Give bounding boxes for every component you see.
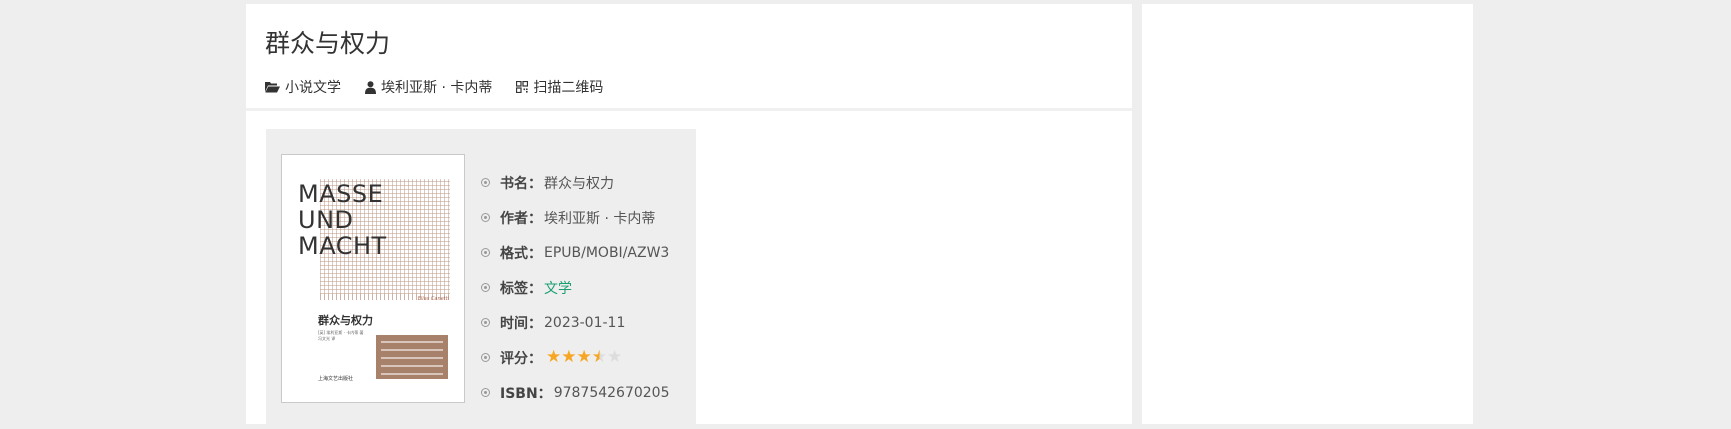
detail-row-author: 作者： 埃利亚斯 · 卡内蒂 — [481, 200, 669, 235]
detail-row-tag: 标签： 文学 — [481, 270, 669, 305]
isbn-value: 9787542670205 — [553, 384, 670, 401]
author-field-label: 作者： — [500, 210, 542, 227]
cover-blurb-box — [376, 335, 448, 379]
format-label: 格式： — [500, 245, 542, 262]
page-title: 群众与权力 — [265, 29, 391, 58]
rating-label: 评分： — [500, 350, 542, 367]
star-icon: ★ — [607, 347, 623, 367]
folder-open-icon — [265, 82, 280, 93]
detail-row-rating: 评分： ★ ★ ★ ★ ★ — [481, 340, 669, 375]
detail-row-date: 时间： 2023-01-11 — [481, 305, 669, 340]
date-label: 时间： — [500, 315, 542, 332]
cover-word-3: MACHT — [298, 232, 387, 260]
format-value: EPUB/MOBI/AZW3 — [544, 244, 670, 261]
dot-circle-icon — [481, 318, 490, 327]
star-icon: ★ — [576, 347, 592, 367]
author-link[interactable]: 埃利亚斯 · 卡内蒂 — [365, 77, 492, 97]
user-icon — [365, 80, 376, 94]
author-label: 埃利亚斯 · 卡内蒂 — [381, 80, 493, 96]
qrcode-icon — [516, 81, 529, 93]
dot-circle-icon — [481, 213, 490, 222]
star-icon: ★ — [546, 347, 562, 367]
dot-circle-icon — [481, 248, 490, 257]
cover-translator: 冯文光 译 — [318, 336, 336, 341]
dot-circle-icon — [481, 283, 490, 292]
isbn-label: ISBN： — [500, 385, 552, 402]
cover-word-2: UND — [298, 206, 354, 234]
dot-circle-icon — [481, 178, 490, 187]
qrcode-link[interactable]: 扫描二维码 — [516, 77, 603, 97]
book-details: 书名： 群众与权力 作者： 埃利亚斯 · 卡内蒂 格式： EPUB/MOBI/A… — [481, 165, 669, 410]
qrcode-label: 扫描二维码 — [533, 80, 604, 96]
cover-signature: Elias Canetti — [417, 296, 449, 302]
category-link[interactable]: 小说文学 — [265, 77, 341, 97]
detail-row-name: 书名： 群众与权力 — [481, 165, 669, 200]
sidebar-panel — [1142, 4, 1473, 424]
cover-cn-title: 群众与权力 — [318, 314, 373, 327]
name-value: 群众与权力 — [544, 175, 614, 192]
dot-circle-icon — [481, 353, 490, 362]
detail-row-format: 格式： EPUB/MOBI/AZW3 — [481, 235, 669, 270]
book-info-box: MASSE UND MACHT Elias Canetti 群众与权力 [英] … — [266, 129, 696, 429]
detail-row-isbn: ISBN： 9787542670205 — [481, 375, 669, 410]
name-label: 书名： — [500, 175, 542, 192]
tag-label: 标签： — [500, 280, 542, 297]
main-panel: 群众与权力 小说文学 埃利亚斯 · 卡内蒂 扫描二维码 MASSE UND MA… — [246, 4, 1132, 429]
date-value: 2023-01-11 — [544, 314, 626, 331]
star-icon: ★ — [591, 347, 607, 367]
cover-publisher: 上海文艺出版社 — [318, 376, 354, 382]
author-value: 埃利亚斯 · 卡内蒂 — [544, 210, 656, 227]
star-icon: ★ — [561, 347, 577, 367]
tag-link[interactable]: 文学 — [544, 278, 572, 298]
category-label: 小说文学 — [285, 80, 341, 96]
cover-word-1: MASSE — [298, 180, 384, 208]
book-cover-image[interactable]: MASSE UND MACHT Elias Canetti 群众与权力 [英] … — [281, 154, 465, 403]
rating-stars: ★ ★ ★ ★ ★ — [546, 349, 622, 366]
dot-circle-icon — [481, 388, 490, 397]
post-header: 群众与权力 小说文学 埃利亚斯 · 卡内蒂 扫描二维码 — [246, 4, 1132, 111]
post-meta: 小说文学 埃利亚斯 · 卡内蒂 扫描二维码 — [265, 77, 627, 97]
